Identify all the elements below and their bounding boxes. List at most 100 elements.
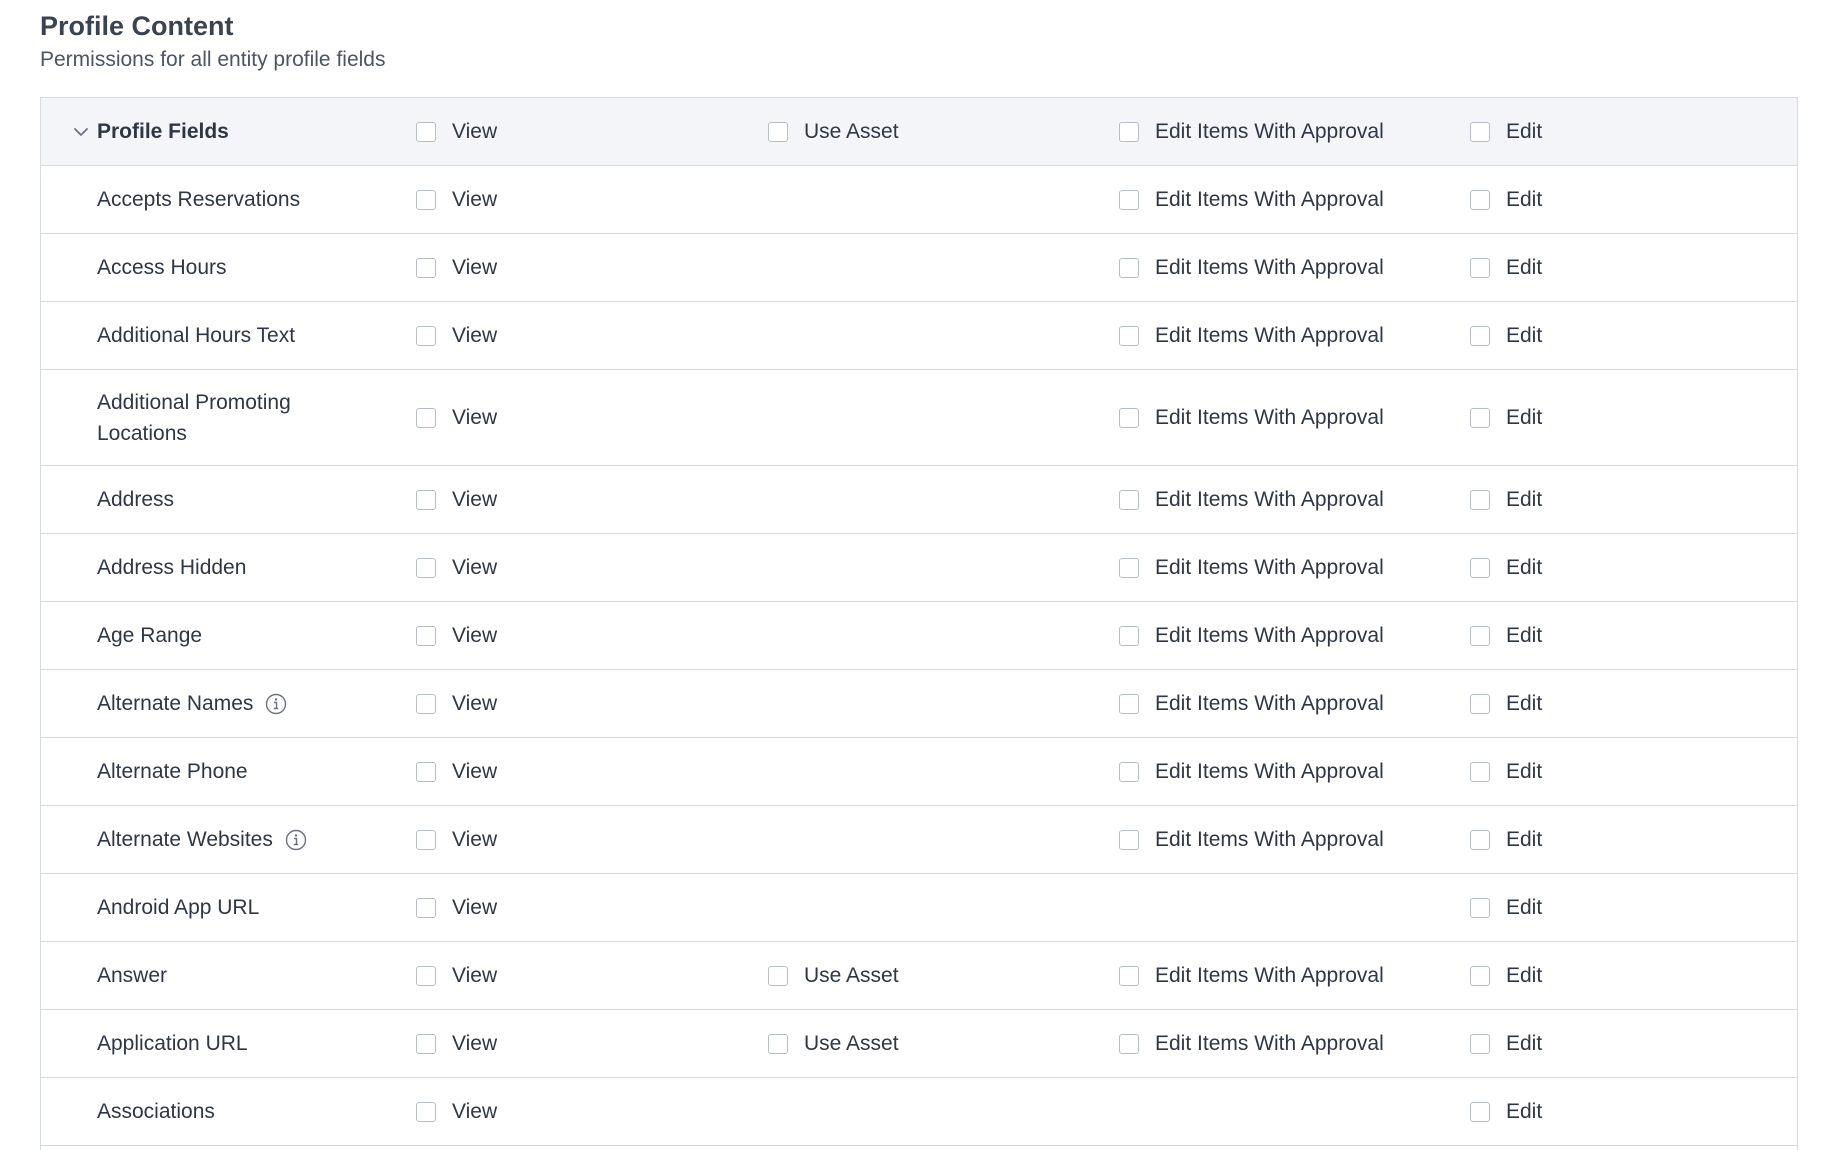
checkbox[interactable] [1470,1101,1490,1122]
checkbox[interactable] [1119,407,1139,428]
checkbox[interactable] [1470,965,1490,986]
alternate-phone-view-checkbox[interactable]: View [416,760,497,784]
checkbox[interactable] [1119,693,1139,714]
application-url-use-asset-checkbox[interactable]: Use Asset [768,1032,899,1056]
application-url-edit-checkbox[interactable]: Edit [1470,1032,1542,1056]
additional-hours-text-view-checkbox[interactable]: View [416,324,497,348]
android-app-url-view-checkbox[interactable]: View [416,896,497,920]
accepts-reservations-edit-approval-checkbox[interactable]: Edit Items With Approval [1119,188,1384,212]
checkbox[interactable] [768,965,788,986]
checkbox[interactable] [416,121,436,142]
address-view-checkbox[interactable]: View [416,488,497,512]
additional-promoting-locations-edit-checkbox[interactable]: Edit [1470,406,1542,430]
checkbox[interactable] [416,829,436,850]
field-name-label: Answer [97,964,168,987]
address-edit-approval-checkbox[interactable]: Edit Items With Approval [1119,488,1384,512]
checkbox[interactable] [416,1101,436,1122]
checkbox[interactable] [1470,489,1490,510]
application-url-edit-approval-checkbox[interactable]: Edit Items With Approval [1119,1032,1384,1056]
checkbox[interactable] [1119,489,1139,510]
checkbox[interactable] [1119,189,1139,210]
answer-view-checkbox[interactable]: View [416,964,497,988]
checkbox[interactable] [416,189,436,210]
accepts-reservations-view-checkbox[interactable]: View [416,188,497,212]
accepts-reservations-edit-checkbox[interactable]: Edit [1470,188,1542,212]
age-range-edit-checkbox[interactable]: Edit [1470,624,1542,648]
checkbox[interactable] [1470,407,1490,428]
checkbox[interactable] [416,761,436,782]
alternate-names-edit-checkbox[interactable]: Edit [1470,692,1542,716]
checkbox[interactable] [768,121,788,142]
checkbox[interactable] [1119,121,1139,142]
field-name: Answer [97,960,387,991]
table-row: Accepts Reservations View Edit Items With … [41,166,1797,234]
alternate-websites-edit-checkbox[interactable]: Edit [1470,828,1542,852]
checkbox[interactable] [416,557,436,578]
checkbox[interactable] [1470,257,1490,278]
checkbox[interactable] [1470,325,1490,346]
info-icon[interactable] [265,693,287,715]
checkbox[interactable] [1119,761,1139,782]
checkbox[interactable] [416,325,436,346]
alternate-names-edit-approval-checkbox[interactable]: Edit Items With Approval [1119,692,1384,716]
checkbox[interactable] [1119,965,1139,986]
address-hidden-edit-approval-checkbox[interactable]: Edit Items With Approval [1119,556,1384,580]
address-hidden-edit-checkbox[interactable]: Edit [1470,556,1542,580]
android-app-url-edit-checkbox[interactable]: Edit [1470,896,1542,920]
answer-use-asset-checkbox[interactable]: Use Asset [768,964,899,988]
access-hours-view-checkbox[interactable]: View [416,256,497,280]
header-use-asset-checkbox[interactable]: Use Asset [768,120,899,144]
checkbox[interactable] [1470,189,1490,210]
checkbox[interactable] [1119,557,1139,578]
alternate-websites-edit-approval-checkbox[interactable]: Edit Items With Approval [1119,828,1384,852]
checkbox[interactable] [416,257,436,278]
age-range-view-checkbox[interactable]: View [416,624,497,648]
additional-promoting-locations-edit-approval-checkbox[interactable]: Edit Items With Approval [1119,406,1384,430]
alternate-phone-edit-approval-checkbox[interactable]: Edit Items With Approval [1119,760,1384,784]
checkbox[interactable] [1119,625,1139,646]
checkbox[interactable] [1470,625,1490,646]
checkbox[interactable] [416,693,436,714]
checkbox[interactable] [1119,257,1139,278]
info-icon[interactable] [285,829,307,851]
checkbox[interactable] [1470,693,1490,714]
checkbox[interactable] [416,1033,436,1054]
checkbox[interactable] [1119,829,1139,850]
header-view-checkbox[interactable]: View [416,120,497,144]
checkbox[interactable] [768,1033,788,1054]
checkbox[interactable] [1470,557,1490,578]
checkbox[interactable] [416,897,436,918]
age-range-edit-approval-checkbox[interactable]: Edit Items With Approval [1119,624,1384,648]
checkbox[interactable] [416,407,436,428]
chevron-down-icon[interactable] [71,122,91,142]
additional-hours-text-edit-approval-checkbox[interactable]: Edit Items With Approval [1119,324,1384,348]
checkbox[interactable] [1119,1033,1139,1054]
checkbox[interactable] [416,489,436,510]
checkbox[interactable] [416,965,436,986]
additional-hours-text-edit-checkbox[interactable]: Edit [1470,324,1542,348]
answer-edit-checkbox[interactable]: Edit [1470,964,1542,988]
additional-promoting-locations-view-checkbox[interactable]: View [416,406,497,430]
associations-view-checkbox[interactable]: View [416,1100,497,1124]
answer-edit-approval-checkbox[interactable]: Edit Items With Approval [1119,964,1384,988]
header-edit-approval-checkbox[interactable]: Edit Items With Approval [1119,120,1384,144]
checkbox[interactable] [1470,897,1490,918]
checkbox[interactable] [1119,325,1139,346]
address-hidden-view-checkbox[interactable]: View [416,556,497,580]
address-edit-checkbox[interactable]: Edit [1470,488,1542,512]
access-hours-edit-checkbox[interactable]: Edit [1470,256,1542,280]
associations-edit-checkbox[interactable]: Edit [1470,1100,1542,1124]
application-url-view-checkbox[interactable]: View [416,1032,497,1056]
alternate-names-view-checkbox[interactable]: View [416,692,497,716]
alternate-websites-view-checkbox[interactable]: View [416,828,497,852]
checkbox[interactable] [416,625,436,646]
edit-approval-label: Edit Items With Approval [1155,1031,1384,1055]
checkbox[interactable] [1470,761,1490,782]
profile-fields-toggle[interactable]: Profile Fields [71,116,361,147]
access-hours-edit-approval-checkbox[interactable]: Edit Items With Approval [1119,256,1384,280]
alternate-phone-edit-checkbox[interactable]: Edit [1470,760,1542,784]
checkbox[interactable] [1470,1033,1490,1054]
checkbox[interactable] [1470,121,1490,142]
checkbox[interactable] [1470,829,1490,850]
header-edit-checkbox[interactable]: Edit [1470,120,1542,144]
